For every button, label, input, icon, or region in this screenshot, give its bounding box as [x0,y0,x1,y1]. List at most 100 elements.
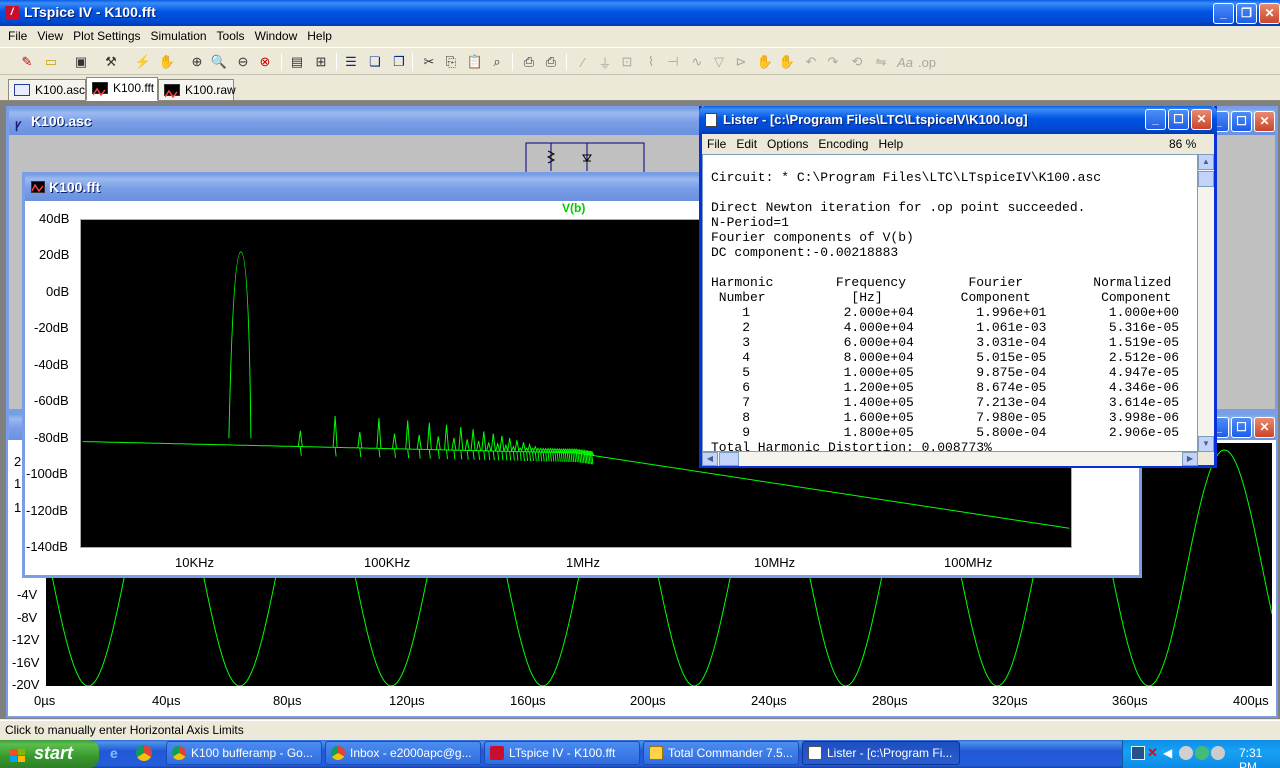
lister-menu-help[interactable]: Help [873,134,908,154]
lister-close-button[interactable]: ✕ [1191,109,1212,130]
schematic-close-button[interactable]: ✕ [1254,111,1275,132]
close-button[interactable]: ✕ [1259,3,1280,24]
tile-vertical-icon[interactable]: ❐ [388,51,410,73]
lister-zoom-level[interactable]: 86 % [1164,134,1201,154]
update-icon[interactable] [1211,746,1225,760]
time-x-tick: 200µs [630,693,666,708]
tile-horizontal-icon[interactable]: ☰ [340,51,362,73]
task-chrome-k100[interactable]: K100 bufferamp - Go... [166,741,322,765]
lister-menu-edit[interactable]: Edit [731,134,762,154]
pan-icon[interactable]: ✋ [156,51,178,73]
autorange-icon[interactable]: ▤ [286,51,308,73]
control-panel-icon[interactable]: ⚒ [100,51,122,73]
scroll-up-button[interactable]: ▲ [1198,154,1214,170]
menu-window[interactable]: Window [250,26,303,46]
wire-icon[interactable]: ∕ [572,51,594,73]
clock[interactable]: 7:31 PM [1239,746,1280,768]
ie-quicklaunch-icon[interactable]: e [110,745,126,761]
network-icon[interactable] [1131,746,1145,760]
time-x-tick: 0µs [34,693,56,708]
fft-y-tick: -120dB [26,503,68,518]
volume-icon[interactable]: ◀ [1163,746,1177,760]
component-icon[interactable]: ⊳ [730,51,752,73]
diode-icon[interactable]: ▽ [708,51,730,73]
save-icon[interactable]: ▣ [70,51,92,73]
zoom-fit-icon[interactable]: ⊗ [254,51,276,73]
table-row: 2 4.000e+04 1.061e-03 5.316e-05 [711,320,1180,335]
task-chrome-inbox[interactable]: Inbox - e2000apc@g... [325,741,481,765]
security-icon[interactable] [1195,746,1209,760]
h-scroll-thumb[interactable] [719,452,739,466]
paste-icon[interactable]: 📋 [464,51,486,73]
lister-minimize-button[interactable]: _ [1145,109,1166,130]
run-icon[interactable]: ⚡ [132,51,154,73]
new-schematic-icon[interactable]: ✎ [16,51,38,73]
menu-plot-settings[interactable]: Plot Settings [68,26,145,46]
zoom-out-icon[interactable]: ⊖ [232,51,254,73]
time-plot-maximize-button[interactable]: ☐ [1231,417,1252,438]
capacitor-icon[interactable]: ⊣ [662,51,684,73]
lister-title-bar[interactable]: Lister - [c:\Program Files\LTC\LtspiceIV… [699,106,1217,134]
lister-text-area[interactable]: Circuit: * C:\Program Files\LTC\LTspiceI… [702,154,1198,452]
tab-k100-fft[interactable]: K100.fft [86,77,158,101]
chrome-quicklaunch-icon[interactable] [136,745,152,761]
zoom-area-icon[interactable]: 🔍 [208,51,230,73]
safely-remove-icon[interactable] [1179,746,1193,760]
scroll-thumb[interactable] [1198,171,1214,187]
menu-view[interactable]: View [32,26,68,46]
resistor-icon[interactable]: ⌇ [640,51,662,73]
app-title-bar[interactable]: / LTspice IV - K100.fft _ ❐ ✕ [0,0,1280,26]
tab-k100-raw[interactable]: K100.raw [158,79,236,101]
label-net-icon[interactable]: ⊡ [616,51,638,73]
menu-simulation[interactable]: Simulation [146,26,212,46]
cascade-icon[interactable]: ❏ [364,51,386,73]
restore-button[interactable]: ❐ [1236,3,1257,24]
inductor-icon[interactable]: ∿ [686,51,708,73]
time-x-tick: 400µs [1233,693,1269,708]
zoom-in-icon[interactable]: ⊕ [186,51,208,73]
scroll-down-button[interactable]: ▼ [1198,436,1214,452]
fft-trace-label-box[interactable]: V(b) [562,201,585,215]
fft-x-tick: 1MHz [566,555,600,570]
redo-icon[interactable]: ↷ [822,51,844,73]
network-error-icon[interactable]: ✕ [1147,746,1161,760]
rotate-icon[interactable]: ⟲ [846,51,868,73]
drag-icon[interactable]: ✋ [776,51,798,73]
lister-menu-options[interactable]: Options [762,134,813,154]
find-icon[interactable]: ⌕ [486,51,508,73]
start-button[interactable]: start [0,740,99,768]
menu-file[interactable]: File [3,26,32,46]
print-setup-icon[interactable]: ⎙ [518,51,540,73]
schematic-icon [14,84,30,96]
lister-menu-encoding[interactable]: Encoding [813,134,873,154]
menu-help[interactable]: Help [302,26,337,46]
time-plot-close-button[interactable]: ✕ [1254,417,1275,438]
scroll-left-button[interactable]: ◀ [702,452,718,466]
tab-k100-asc[interactable]: K100.asc [8,79,86,101]
copy-icon[interactable]: ⎘ [440,51,462,73]
mirror-icon[interactable]: ⇋ [870,51,892,73]
spice-directive-icon[interactable]: .op [916,51,938,73]
move-icon[interactable]: ✋ [754,51,776,73]
task-total-commander[interactable]: Total Commander 7.5... [643,741,799,765]
undo-icon[interactable]: ↶ [800,51,822,73]
ground-icon[interactable]: ⏚ [594,51,616,73]
lister-horizontal-scrollbar[interactable]: ◀ ▶ [702,452,1198,466]
open-folder-icon[interactable]: ▭ [40,51,62,73]
menu-tools[interactable]: Tools [212,26,250,46]
task-lister[interactable]: Lister - [c:\Program Fi... [802,741,960,765]
time-x-tick: 80µs [273,693,302,708]
trace-label[interactable]: V(b) [562,201,585,215]
print-icon[interactable]: ⎙ [540,51,562,73]
minimize-button[interactable]: _ [1213,3,1234,24]
schematic-maximize-button[interactable]: ☐ [1231,111,1252,132]
grid-icon[interactable]: ⊞ [310,51,332,73]
cut-icon[interactable]: ✂ [418,51,440,73]
lister-menu-bar: File Edit Options Encoding Help 86 % [702,134,1214,154]
lister-maximize-button[interactable]: ☐ [1168,109,1189,130]
task-ltspice[interactable]: LTspice IV - K100.fft [484,741,640,765]
text-icon[interactable]: Aa [894,51,916,73]
lister-vertical-scrollbar[interactable]: ▲ ▼ [1198,154,1214,452]
scroll-right-button[interactable]: ▶ [1182,452,1198,466]
lister-menu-file[interactable]: File [702,134,731,154]
